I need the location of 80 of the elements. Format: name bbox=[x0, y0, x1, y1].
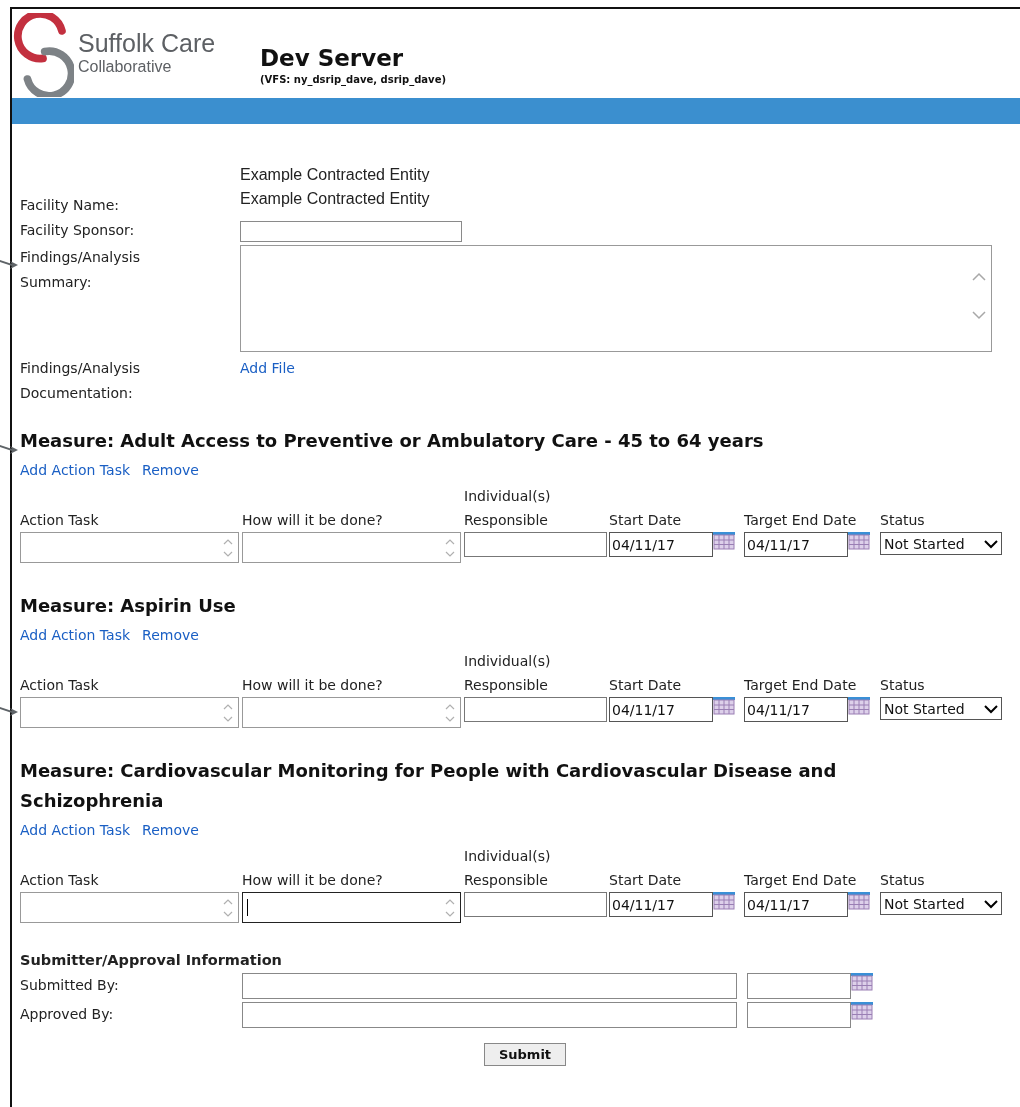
section-title: Submitter/Approval Information bbox=[20, 951, 283, 970]
start-date-field[interactable]: 04/11/17 bbox=[609, 532, 713, 557]
date-field[interactable] bbox=[747, 1002, 851, 1028]
calendar-icon[interactable] bbox=[851, 973, 873, 991]
calendar-icon[interactable] bbox=[848, 697, 870, 715]
name-field[interactable] bbox=[242, 1002, 737, 1028]
date-field[interactable] bbox=[747, 973, 851, 999]
column-header: How will it be done? bbox=[242, 511, 384, 530]
measure-link[interactable]: Remove bbox=[142, 822, 199, 838]
field-label: Findings/Analysis Summary: bbox=[20, 248, 142, 292]
column-header: Start Date bbox=[609, 511, 683, 530]
field-label: Findings/Analysis Documentation: bbox=[20, 359, 142, 403]
server-title: Dev Server bbox=[260, 47, 405, 70]
summary-field[interactable] bbox=[240, 245, 992, 352]
start-date-field[interactable]: 04/11/17 bbox=[609, 697, 713, 722]
pointer-arrow-icon bbox=[0, 705, 18, 719]
logo-subtitle: Collaborative bbox=[78, 58, 173, 76]
action-task-field[interactable] bbox=[20, 697, 239, 728]
start-date-field[interactable]: 04/11/17 bbox=[609, 892, 713, 917]
status-dropdown[interactable]: Not Started bbox=[880, 892, 1002, 915]
end-date-field[interactable]: 04/11/17 bbox=[744, 697, 848, 722]
measure-link[interactable]: Remove bbox=[142, 462, 199, 478]
field-label: Facility Name: bbox=[20, 196, 120, 215]
input-field[interactable] bbox=[240, 221, 462, 242]
status-dropdown[interactable]: Not Started bbox=[880, 697, 1002, 720]
column-header: Individual(s) Responsible bbox=[464, 487, 552, 530]
column-header: Action Task bbox=[20, 511, 100, 530]
status-dropdown[interactable]: Not Started bbox=[880, 532, 1002, 555]
column-header: Status bbox=[880, 676, 926, 695]
column-header: Action Task bbox=[20, 676, 100, 695]
submit-button[interactable]: Submit bbox=[483, 1043, 567, 1066]
calendar-icon[interactable] bbox=[851, 1002, 873, 1020]
pointer-arrow-icon bbox=[0, 258, 18, 272]
calendar-icon[interactable] bbox=[713, 892, 735, 910]
chevron-down-icon bbox=[984, 703, 998, 714]
column-header: How will it be done? bbox=[242, 871, 384, 890]
pointer-arrow-icon bbox=[0, 443, 18, 457]
column-header: Start Date bbox=[609, 676, 683, 695]
calendar-icon[interactable] bbox=[713, 697, 735, 715]
measure-title: Measure: Aspirin Use bbox=[20, 594, 237, 618]
column-header: Action Task bbox=[20, 871, 100, 890]
end-date-field[interactable]: 04/11/17 bbox=[744, 892, 848, 917]
field-value: Example Contracted Entity bbox=[240, 189, 430, 209]
action-task-field[interactable] bbox=[20, 892, 239, 923]
calendar-icon[interactable] bbox=[848, 892, 870, 910]
column-header: Status bbox=[880, 871, 926, 890]
chevron-down-icon bbox=[984, 538, 998, 549]
measure-link[interactable]: Add Action Task bbox=[20, 627, 131, 643]
column-header: Status bbox=[880, 511, 926, 530]
column-header: Target End Date bbox=[744, 511, 858, 530]
measure-link[interactable]: Remove bbox=[142, 627, 199, 643]
server-subtitle: (VFS: ny_dsrip_dave, dsrip_dave) bbox=[260, 74, 446, 85]
logo-icon bbox=[12, 13, 74, 97]
chevron-down-icon bbox=[984, 898, 998, 909]
column-header: Target End Date bbox=[744, 871, 858, 890]
column-header: Target End Date bbox=[744, 676, 858, 695]
measure-title: Measure: Adult Access to Preventive or Ambulatory Care - 45 to 64 years bbox=[20, 429, 765, 453]
responsible-field[interactable] bbox=[464, 892, 607, 917]
end-date-field[interactable]: 04/11/17 bbox=[744, 532, 848, 557]
column-header: How will it be done? bbox=[242, 676, 384, 695]
responsible-field[interactable] bbox=[464, 697, 607, 722]
calendar-icon[interactable] bbox=[848, 532, 870, 550]
how-field[interactable] bbox=[242, 892, 461, 923]
how-field[interactable] bbox=[242, 532, 461, 563]
action-task-field[interactable] bbox=[20, 532, 239, 563]
responsible-field[interactable] bbox=[464, 532, 607, 557]
field-label: Submitted By: bbox=[20, 976, 120, 995]
measure-title: Measure: Cardiovascular Monitoring for People with Cardiovascular Disease and Schizophrenia bbox=[20, 759, 838, 813]
field-label: Facility Sponsor: bbox=[20, 221, 136, 240]
logo-name: Suffolk Care bbox=[78, 31, 216, 56]
name-field[interactable] bbox=[242, 973, 737, 999]
add-file-link[interactable]: Add File bbox=[240, 356, 295, 381]
column-header: Individual(s) Responsible bbox=[464, 652, 552, 695]
column-header: Individual(s) Responsible bbox=[464, 847, 552, 890]
how-field[interactable] bbox=[242, 697, 461, 728]
field-label: Approved By: bbox=[20, 1005, 115, 1024]
column-header: Start Date bbox=[609, 871, 683, 890]
measure-link[interactable]: Add Action Task bbox=[20, 822, 131, 838]
calendar-icon[interactable] bbox=[713, 532, 735, 550]
measure-link[interactable]: Add Action Task bbox=[20, 462, 131, 478]
